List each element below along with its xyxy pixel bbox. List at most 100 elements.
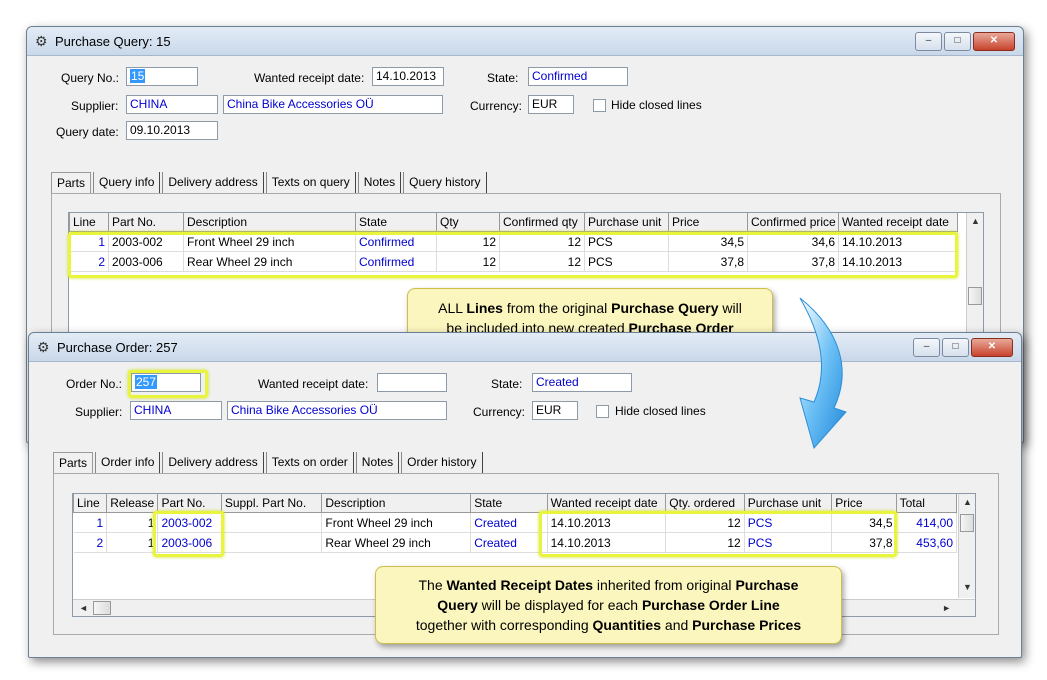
order-titlebar[interactable]: ⚙ Purchase Order: 257 – □ ✕ [29, 333, 1021, 362]
wanted-date-label: Wanted receipt date: [254, 71, 365, 85]
hide-closed-label: Hide closed lines [611, 98, 702, 112]
column-header[interactable]: Release [106, 494, 159, 513]
column-header[interactable]: Suppl. Part No. [220, 494, 323, 513]
tab-order-3[interactable]: Texts on order [265, 452, 354, 474]
column-header[interactable]: Total [895, 494, 958, 513]
query-date-field[interactable]: 09.10.2013 [126, 121, 218, 140]
table-cell[interactable] [221, 532, 323, 553]
column-header[interactable]: Part No. [157, 494, 222, 513]
tab-order-4[interactable]: Notes [355, 452, 400, 474]
table-cell[interactable] [221, 512, 323, 533]
wanted-date-field[interactable] [377, 373, 447, 392]
table-cell[interactable]: Front Wheel 29 inch [321, 512, 472, 533]
hide-closed-label: Hide closed lines [615, 404, 706, 418]
order-no-highlight [128, 370, 208, 398]
close-icon[interactable]: ✕ [973, 32, 1015, 51]
tab-query-3[interactable]: Texts on query [265, 172, 356, 194]
query-no-value: 15 [130, 69, 146, 83]
supplier-name-field[interactable]: China Bike Accessories OÜ [227, 401, 447, 420]
order-no-label: Order No.: [66, 377, 123, 391]
wanted-date-field[interactable]: 14.10.2013 [372, 67, 444, 86]
order-window-title: Purchase Order: 257 [57, 340, 178, 355]
maximize-icon[interactable]: □ [944, 32, 971, 51]
hide-closed-checkbox[interactable] [593, 99, 606, 112]
column-header[interactable]: Line [73, 494, 108, 513]
column-header[interactable]: State [470, 494, 548, 513]
supplier-name-field[interactable]: China Bike Accessories OÜ [223, 95, 443, 114]
column-header[interactable]: Qty. ordered [665, 494, 745, 513]
currency-label: Currency: [473, 405, 526, 419]
column-header[interactable]: Part No. [108, 213, 184, 232]
maximize-icon[interactable]: □ [942, 338, 969, 357]
query-lines-highlight [68, 232, 958, 278]
table-cell[interactable]: 1 [73, 512, 108, 533]
callout-wanted-dates: The Wanted Receipt Dates inherited from … [375, 566, 842, 644]
curved-arrow-icon [799, 297, 847, 450]
app-icon: ⚙ [35, 33, 48, 49]
tab-order-1[interactable]: Order info [95, 452, 161, 474]
supplier-label: Supplier: [71, 99, 119, 113]
tab-order-5[interactable]: Order history [401, 452, 483, 474]
currency-field[interactable]: EUR [532, 401, 578, 420]
wanted-date-label: Wanted receipt date: [258, 377, 369, 391]
query-no-label: Query No.: [61, 71, 120, 85]
scroll-thumb[interactable] [968, 287, 982, 305]
column-header[interactable]: Wanted receipt date [546, 494, 667, 513]
scroll-thumb[interactable] [93, 601, 111, 615]
column-header[interactable]: Purchase unit [584, 213, 669, 232]
column-header[interactable]: Wanted receipt date [838, 213, 958, 232]
app-icon: ⚙ [37, 339, 50, 355]
state-field[interactable]: Confirmed [528, 67, 628, 86]
table-cell[interactable]: 2 [73, 532, 108, 553]
query-tabs: Parts Query info Delivery address Texts on … [51, 172, 489, 195]
minimize-icon[interactable]: – [915, 32, 942, 51]
tab-query-4[interactable]: Notes [357, 172, 402, 194]
column-header[interactable]: Confirmed qty [499, 213, 585, 232]
state-label: State: [487, 71, 519, 85]
hide-closed-checkbox[interactable] [596, 405, 609, 418]
column-header[interactable]: Confirmed price [747, 213, 839, 232]
supplier-code-field[interactable]: CHINA [126, 95, 218, 114]
table-cell[interactable]: Created [470, 532, 548, 553]
column-header[interactable]: Qty [436, 213, 500, 232]
scroll-up-icon[interactable]: ▲ [963, 497, 972, 507]
table-cell[interactable]: Rear Wheel 29 inch [321, 532, 472, 553]
query-titlebar[interactable]: ⚙ Purchase Query: 15 – □ ✕ [27, 27, 1023, 56]
order-dates-qty-price-highlight [539, 511, 897, 557]
supplier-code-field[interactable]: CHINA [130, 401, 222, 420]
column-header[interactable]: Description [321, 494, 472, 513]
table-cell[interactable]: 414,00 [896, 512, 958, 533]
column-header[interactable]: Line [69, 213, 109, 232]
supplier-label: Supplier: [75, 405, 123, 419]
scroll-left-icon[interactable]: ◄ [79, 603, 88, 613]
table-cell[interactable]: 1 [106, 512, 159, 533]
tab-query-0[interactable]: Parts [51, 172, 92, 195]
minimize-icon[interactable]: – [913, 338, 940, 357]
tab-order-0[interactable]: Parts [53, 452, 94, 475]
scroll-up-icon[interactable]: ▲ [971, 216, 980, 226]
tab-query-2[interactable]: Delivery address [162, 172, 264, 194]
order-vertical-scrollbar[interactable]: ▲ ▼ [958, 494, 975, 598]
tab-order-2[interactable]: Delivery address [162, 452, 264, 474]
currency-field[interactable]: EUR [528, 95, 574, 114]
tab-query-1[interactable]: Query info [93, 172, 161, 194]
query-no-field[interactable]: 15 [126, 67, 198, 86]
column-header[interactable]: Purchase unit [743, 494, 833, 513]
scroll-thumb[interactable] [960, 514, 974, 532]
query-date-label: Query date: [56, 125, 119, 139]
table-cell[interactable]: 1 [106, 532, 159, 553]
column-header[interactable]: Description [183, 213, 356, 232]
order-tabs: Parts Order info Delivery address Texts on … [53, 452, 485, 475]
state-field[interactable]: Created [532, 373, 632, 392]
table-cell[interactable]: Created [470, 512, 548, 533]
table-cell[interactable]: 453,60 [896, 532, 958, 553]
order-partno-highlight [153, 511, 224, 557]
close-icon[interactable]: ✕ [971, 338, 1013, 357]
currency-label: Currency: [470, 99, 523, 113]
tab-query-5[interactable]: Query history [403, 172, 487, 194]
column-header[interactable]: State [355, 213, 437, 232]
scroll-right-icon[interactable]: ► [942, 603, 951, 613]
column-header[interactable]: Price [668, 213, 748, 232]
column-header[interactable]: Price [831, 494, 897, 513]
scroll-down-icon[interactable]: ▼ [963, 582, 972, 592]
